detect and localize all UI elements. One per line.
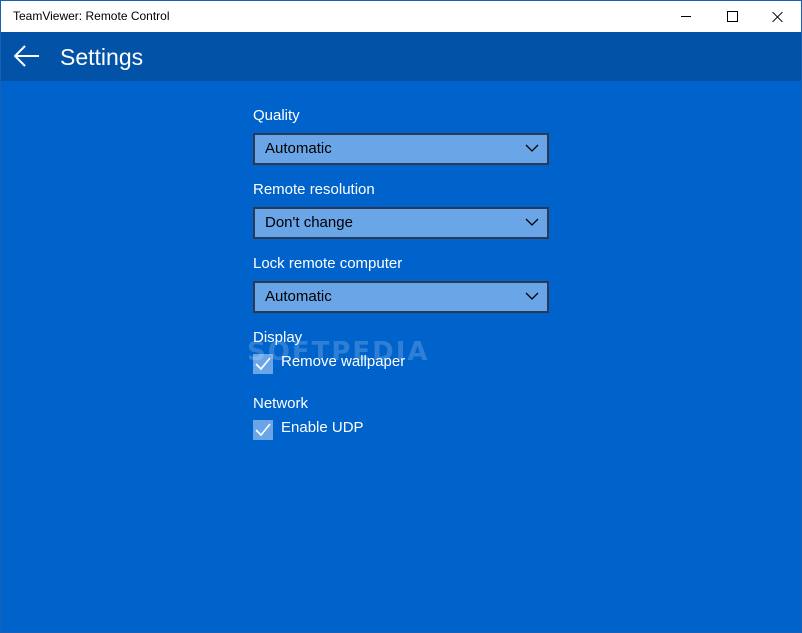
chevron-down-icon — [525, 292, 539, 300]
enable-udp-row[interactable]: Enable UDP — [253, 417, 553, 441]
page-header: Settings — [1, 32, 801, 81]
settings-panel: Quality Automatic Remote resolution Don'… — [253, 105, 553, 455]
window-title: TeamViewer: Remote Control — [13, 9, 170, 23]
close-icon — [772, 11, 784, 23]
chevron-down-icon — [525, 144, 539, 152]
remote-resolution-value: Don't change — [265, 214, 353, 231]
remote-resolution-dropdown[interactable]: Don't change — [253, 207, 549, 239]
minimize-icon — [681, 16, 691, 17]
title-bar: TeamViewer: Remote Control — [1, 1, 801, 32]
app-window: TeamViewer: Remote Control Settings Qual… — [0, 0, 802, 633]
checkmark-icon — [255, 423, 271, 437]
remote-resolution-label: Remote resolution — [253, 181, 375, 198]
lock-remote-computer-group: Lock remote computer Automatic — [253, 253, 553, 313]
quality-dropdown[interactable]: Automatic — [253, 133, 549, 165]
minimize-button[interactable] — [663, 1, 709, 32]
page-title: Settings — [60, 44, 144, 70]
lock-remote-computer-value: Automatic — [265, 288, 332, 305]
chevron-down-icon — [525, 218, 539, 226]
softpedia-watermark: SOFTPEDIA — [247, 337, 430, 367]
enable-udp-checkbox[interactable] — [253, 420, 273, 440]
lock-remote-computer-dropdown[interactable]: Automatic — [253, 281, 549, 313]
quality-value: Automatic — [265, 140, 332, 157]
network-label: Network — [253, 395, 309, 412]
network-group: Network Enable UDP — [253, 393, 553, 441]
arrow-left-icon — [14, 45, 39, 67]
remote-resolution-group: Remote resolution Don't change — [253, 179, 553, 239]
maximize-button[interactable] — [709, 1, 755, 32]
close-button[interactable] — [755, 1, 801, 32]
maximize-icon — [726, 11, 738, 22]
enable-udp-label: Enable UDP — [281, 419, 364, 436]
lock-remote-computer-label: Lock remote computer — [253, 255, 403, 272]
back-button[interactable] — [9, 38, 45, 74]
quality-group: Quality Automatic — [253, 105, 553, 165]
quality-label: Quality — [253, 107, 300, 124]
